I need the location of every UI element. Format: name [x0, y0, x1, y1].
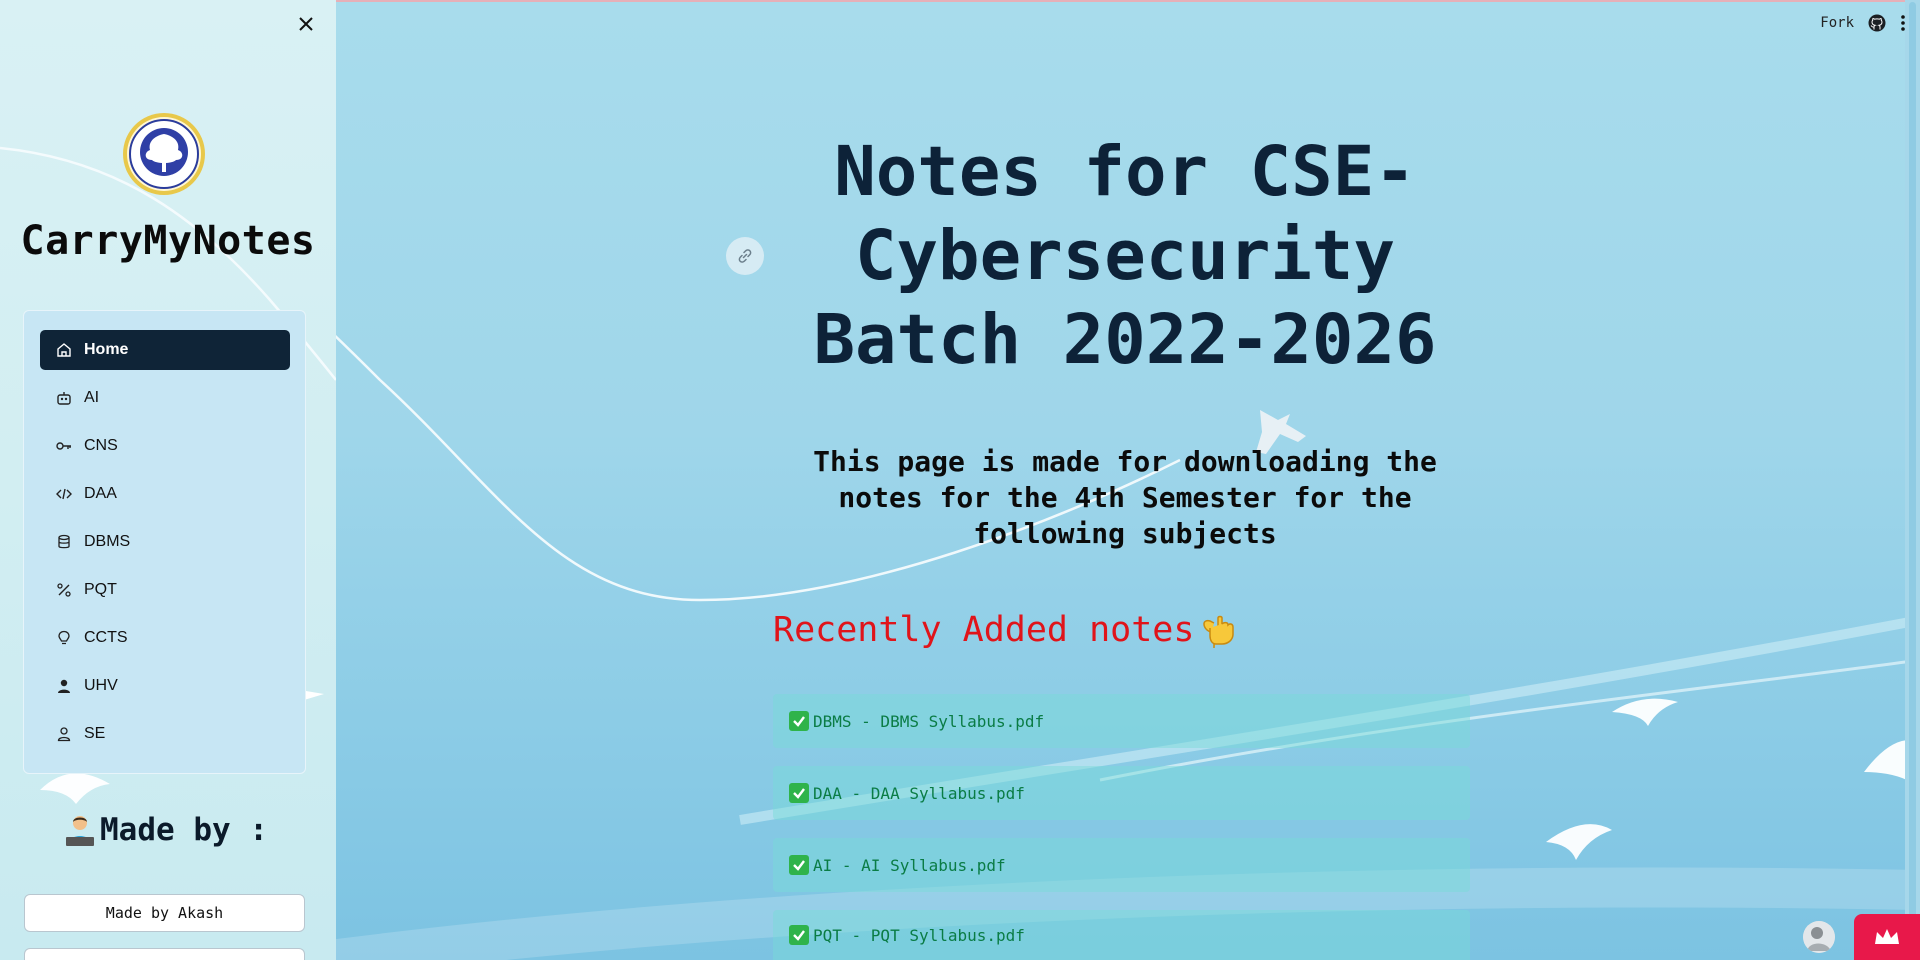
checkmark-icon [789, 711, 809, 731]
page-title-line: Cybersecurity [854, 216, 1396, 296]
avatar[interactable] [1803, 921, 1835, 953]
sidebar-item-daa[interactable]: DAA [40, 474, 290, 514]
made-by-button-secondary[interactable] [24, 948, 305, 960]
sidebar-item-home[interactable]: Home [40, 330, 290, 370]
made-by-label: Made by : [100, 812, 268, 848]
sidebar-item-cns[interactable]: CNS [40, 426, 290, 466]
sidebar-item-pqt[interactable]: PQT [40, 570, 290, 610]
sidebar-item-label: CCTS [84, 629, 128, 646]
page-title-line: Notes for CSE- [834, 132, 1416, 212]
institute-logo [122, 112, 206, 196]
sidebar-item-label: DBMS [84, 533, 131, 550]
user-filled-icon [56, 678, 72, 694]
home-icon [56, 342, 72, 358]
code-icon [56, 486, 72, 502]
database-icon [56, 534, 72, 550]
checkmark-icon [789, 855, 809, 875]
note-card[interactable]: DAA - DAA Syllabus.pdf [773, 766, 1470, 820]
sidebar-item-label: CNS [84, 437, 118, 454]
nav-panel: Home AI CNS DAA DBMS PQT CCTS UHV SE [23, 310, 306, 774]
page-title-line: Batch 2022-2026 [813, 300, 1437, 380]
sidebar-item-ai[interactable]: AI [40, 378, 290, 418]
sidebar-item-label: Home [84, 341, 129, 358]
page-description: This page is made for downloading the no… [775, 444, 1475, 552]
note-title: PQT - PQT Syllabus.pdf [813, 925, 1025, 945]
heading-anchor-link[interactable] [726, 237, 764, 275]
sidebar-item-ccts[interactable]: CCTS [40, 618, 290, 658]
sidebar-item-label: PQT [84, 581, 117, 598]
scrollbar-thumb[interactable] [1909, 2, 1916, 950]
page-title: Notes for CSE- Cybersecurity Batch 2022-… [760, 130, 1490, 382]
note-title: DBMS - DBMS Syllabus.pdf [813, 711, 1045, 731]
description-line: following subjects [973, 517, 1277, 550]
recent-notes-label: Recently Added notes [773, 610, 1195, 650]
crown-badge-button[interactable] [1854, 914, 1920, 960]
brand-title: CarryMyNotes [20, 218, 316, 264]
technologist-emoji-icon [66, 816, 94, 846]
recent-notes-heading: Recently Added notes [773, 610, 1238, 650]
description-line: notes for the 4th Semester for the [838, 481, 1412, 514]
percent-icon [56, 582, 72, 598]
robot-icon [56, 390, 72, 406]
link-icon [738, 249, 752, 263]
sidebar-item-uhv[interactable]: UHV [40, 666, 290, 706]
checkmark-icon [789, 783, 809, 803]
note-card[interactable]: AI - AI Syllabus.pdf [773, 838, 1470, 892]
sidebar-item-dbms[interactable]: DBMS [40, 522, 290, 562]
fork-link[interactable]: Fork [1820, 15, 1854, 31]
github-icon[interactable] [1868, 14, 1886, 32]
close-icon [299, 17, 313, 31]
sidebar-item-label: AI [84, 389, 100, 406]
close-sidebar-button[interactable] [294, 12, 318, 36]
sidebar-item-label: UHV [84, 677, 118, 694]
checkmark-icon [789, 925, 809, 945]
top-right-toolbar: Fork [1820, 12, 1906, 34]
sidebar-item-label: DAA [84, 485, 117, 502]
sidebar-item-label: SE [84, 725, 106, 742]
user-outline-icon [56, 726, 72, 742]
note-card[interactable]: PQT - PQT Syllabus.pdf [773, 910, 1470, 960]
made-by-heading: Made by : [62, 812, 302, 848]
crown-icon [1875, 929, 1899, 944]
made-by-button[interactable]: Made by Akash [24, 894, 305, 932]
sidebar-item-se[interactable]: SE [40, 714, 290, 754]
lightbulb-icon [56, 630, 72, 646]
description-line: This page is made for downloading the [813, 445, 1437, 478]
note-title: DAA - DAA Syllabus.pdf [813, 783, 1025, 803]
sidebar: CarryMyNotes Home AI CNS DAA DBMS PQT CC… [0, 0, 336, 960]
pointing-down-emoji-icon [1203, 615, 1235, 648]
note-card[interactable]: DBMS - DBMS Syllabus.pdf [773, 694, 1470, 748]
note-title: AI - AI Syllabus.pdf [813, 855, 1006, 875]
key-icon [56, 438, 72, 454]
